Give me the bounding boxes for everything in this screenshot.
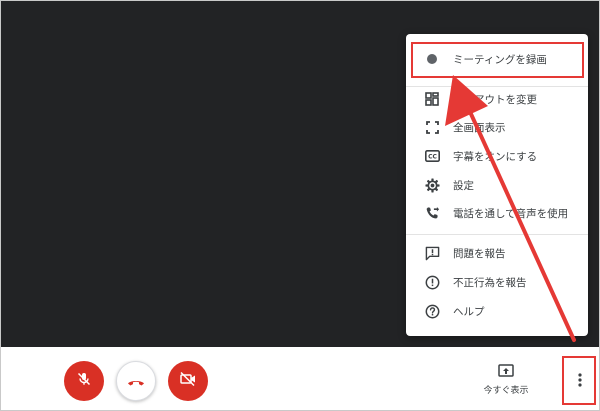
- menu-item-label: レイアウトを変更: [453, 93, 537, 106]
- menu-item-help[interactable]: ヘルプ: [406, 298, 588, 324]
- menu-item-settings[interactable]: 設定: [406, 172, 588, 198]
- menu-item-label: ヘルプ: [453, 305, 485, 318]
- feedback-icon: [424, 245, 440, 261]
- menu-item-fullscreen[interactable]: 全画面表示: [406, 114, 588, 140]
- more-vertical-icon: [578, 372, 582, 391]
- layout-icon: [424, 91, 440, 107]
- menu-divider: [406, 234, 588, 235]
- fullscreen-icon: [424, 119, 440, 135]
- camera-toggle-button[interactable]: [168, 361, 208, 401]
- captions-icon: CC: [424, 148, 440, 164]
- menu-item-label: 字幕をオンにする: [453, 150, 538, 163]
- present-now-label: 今すぐ表示: [483, 386, 529, 396]
- alert-circle-icon: [424, 274, 440, 290]
- help-circle-icon: [424, 303, 440, 319]
- more-options-button[interactable]: [570, 368, 590, 394]
- menu-item-phone-audio[interactable]: 電話を通して音声を使用: [406, 200, 588, 226]
- hang-up-button[interactable]: [116, 361, 156, 401]
- menu-item-label: 不正行為を報告: [453, 276, 527, 289]
- mic-toggle-button[interactable]: [64, 361, 104, 401]
- record-highlight-box: [411, 42, 584, 78]
- menu-item-report-problem[interactable]: 問題を報告: [406, 240, 588, 266]
- menu-item-label: 全画面表示: [453, 121, 506, 134]
- gear-icon: [424, 177, 440, 193]
- phone-hangup-icon: [127, 372, 145, 391]
- svg-text:CC: CC: [428, 153, 437, 160]
- present-now-button[interactable]: 今すぐ表示: [474, 361, 538, 401]
- menu-item-label: 問題を報告: [453, 247, 506, 260]
- menu-item-captions[interactable]: CC 字幕をオンにする: [406, 143, 588, 169]
- menu-item-report-abuse[interactable]: 不正行為を報告: [406, 269, 588, 295]
- menu-item-layout[interactable]: レイアウトを変更: [406, 86, 588, 112]
- phone-forward-icon: [424, 205, 440, 221]
- menu-item-label: 電話を通して音声を使用: [453, 207, 569, 220]
- mic-off-icon: [76, 371, 92, 391]
- more-options-menu: ミーティングを録画 レイアウトを変更 全画面表示 CC 字幕をオンにする 設定 …: [406, 34, 588, 336]
- menu-item-label: 設定: [453, 179, 474, 192]
- camera-off-icon: [179, 371, 197, 391]
- present-screen-icon: [498, 363, 514, 377]
